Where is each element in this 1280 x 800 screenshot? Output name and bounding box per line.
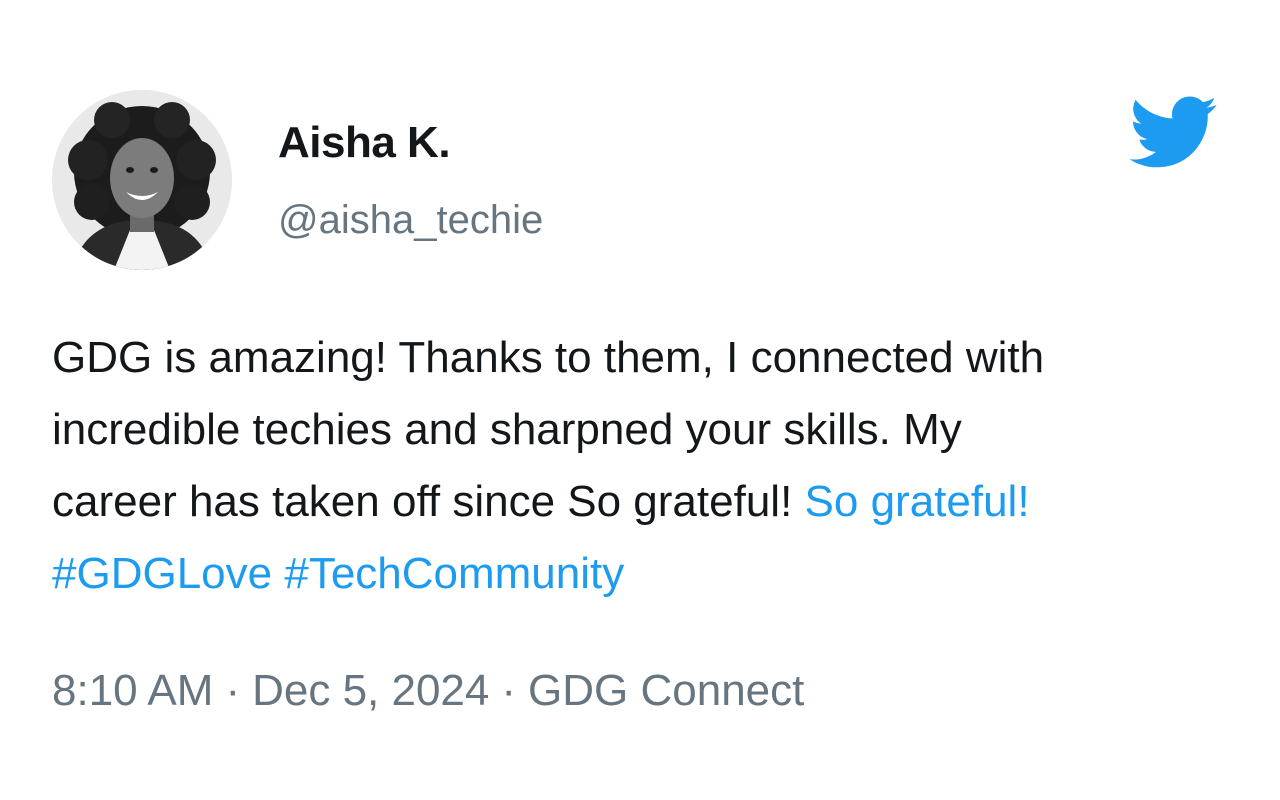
author-handle[interactable]: @aisha_techie bbox=[278, 198, 543, 243]
hashtag-line: #GDGLove #TechCommunity bbox=[52, 538, 1242, 610]
profile-photo-icon bbox=[52, 90, 232, 270]
meta-separator: · bbox=[501, 666, 517, 715]
tweet-card: Aisha K. @aisha_techie GDG is amazing! T… bbox=[0, 0, 1280, 800]
tweet-line: career has taken off since So grateful! … bbox=[52, 466, 1242, 538]
twitter-bird-icon[interactable] bbox=[1116, 86, 1228, 178]
tweet-time[interactable]: 8:10 AM bbox=[52, 666, 213, 715]
tweet-date[interactable]: Dec 5, 2024 bbox=[252, 666, 489, 715]
tweet-line: incredible techies and sharpned your ski… bbox=[52, 405, 962, 454]
author-name[interactable]: Aisha K. bbox=[278, 118, 451, 168]
tweet-source[interactable]: GDG Connect bbox=[528, 666, 804, 715]
avatar[interactable] bbox=[52, 90, 232, 270]
tweet-meta: 8:10 AM · Dec 5, 2024 · GDG Connect bbox=[52, 666, 804, 716]
hashtag-link[interactable]: #TechCommunity bbox=[284, 549, 624, 598]
tweet-text: GDG is amazing! Thanks to them, I connec… bbox=[52, 322, 1242, 610]
tweet-line-text: career has taken off since So grateful! bbox=[52, 477, 793, 526]
tweet-line: GDG is amazing! Thanks to them, I connec… bbox=[52, 333, 1045, 382]
inline-link[interactable]: So grateful! bbox=[805, 477, 1030, 526]
meta-separator: · bbox=[225, 666, 241, 715]
hashtag-link[interactable]: #GDGLove bbox=[52, 549, 272, 598]
